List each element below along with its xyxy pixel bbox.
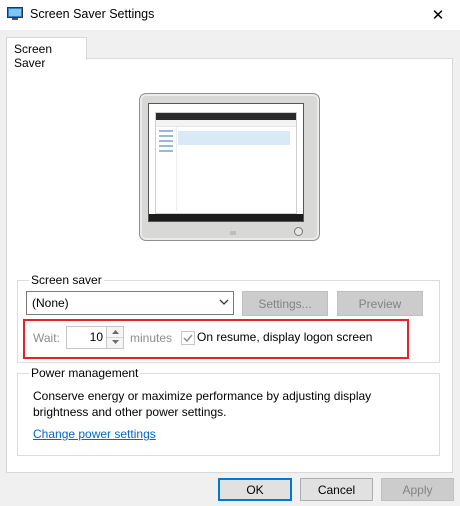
title-bar: Screen Saver Settings ✕ bbox=[0, 0, 460, 30]
settings-button[interactable]: Settings... bbox=[242, 291, 328, 316]
close-icon: ✕ bbox=[431, 7, 445, 24]
ok-button-label: OK bbox=[246, 482, 264, 497]
tab-screen-saver[interactable]: Screen Saver bbox=[6, 37, 87, 70]
highlight-box bbox=[23, 319, 409, 359]
cancel-button[interactable]: Cancel bbox=[300, 478, 373, 501]
change-power-settings-link[interactable]: Change power settings bbox=[33, 427, 156, 441]
settings-button-label: Settings... bbox=[258, 296, 312, 311]
preview-button-label: Preview bbox=[358, 296, 402, 311]
preview-screen bbox=[148, 103, 304, 222]
preview-taskbar bbox=[149, 214, 303, 221]
screen-saver-select[interactable]: (None) bbox=[26, 291, 234, 315]
ok-button[interactable]: OK bbox=[218, 478, 292, 501]
cancel-button-label: Cancel bbox=[317, 482, 356, 497]
monitor-power-icon bbox=[294, 227, 303, 236]
close-button[interactable]: ✕ bbox=[416, 0, 460, 30]
window-title: Screen Saver Settings bbox=[30, 7, 155, 21]
monitor-preview bbox=[139, 93, 320, 241]
chevron-down-icon bbox=[219, 296, 229, 310]
power-management-group-label: Power management bbox=[29, 366, 141, 380]
screen-saver-select-value: (None) bbox=[32, 296, 69, 310]
preview-window-thumbnail bbox=[155, 112, 297, 214]
power-description: Conserve energy or maximize performance … bbox=[33, 389, 372, 419]
screen-saver-group-label: Screen saver bbox=[29, 273, 104, 287]
screen-saver-app-icon bbox=[7, 7, 23, 21]
apply-button[interactable]: Apply bbox=[381, 478, 454, 501]
tab-label: Screen Saver bbox=[14, 42, 53, 70]
apply-button-label: Apply bbox=[402, 482, 433, 497]
preview-button[interactable]: Preview bbox=[337, 291, 423, 316]
